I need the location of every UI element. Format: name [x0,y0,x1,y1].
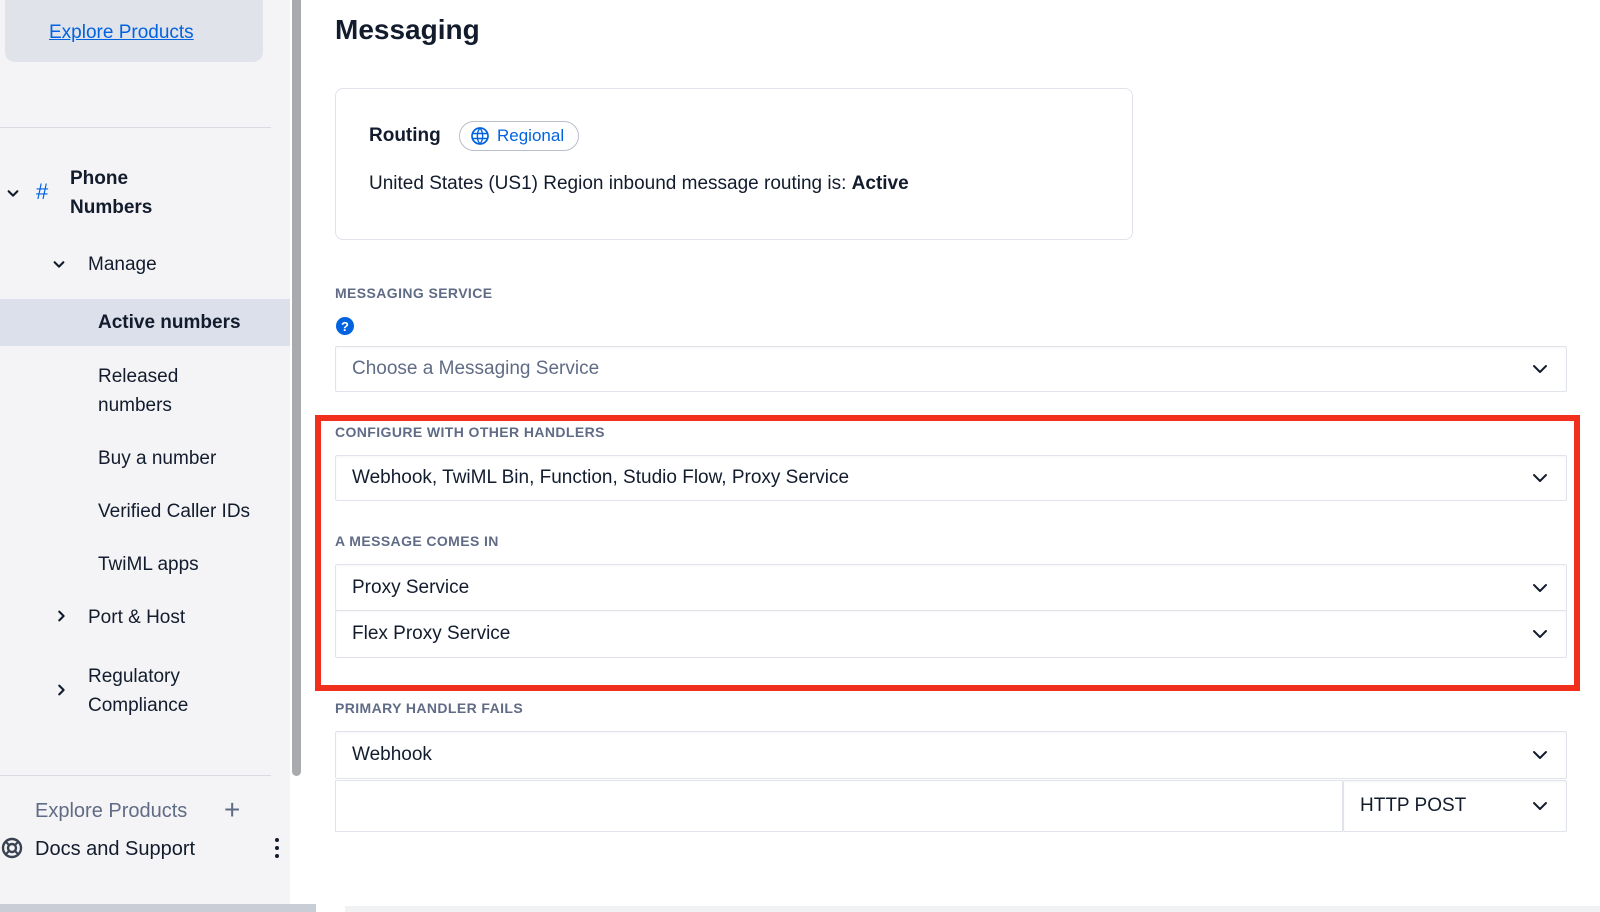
chevron-down-icon[interactable] [6,186,20,200]
sidebar-item-twiml-apps[interactable]: TwiML apps [98,550,199,579]
phone-numbers-icon: # [36,179,48,205]
configure-handlers-label: CONFIGURE WITH OTHER HANDLERS [335,424,605,440]
sidebar-item-label: Active numbers [98,308,241,337]
flex-proxy-service-select[interactable]: Flex Proxy Service [335,610,1567,658]
routing-status-prefix: United States (US1) Region inbound messa… [369,173,852,194]
chevron-down-icon [1530,578,1550,598]
sidebar-item-port-host[interactable]: Port & Host [88,603,185,632]
chevron-down-icon [1530,359,1550,379]
chevron-down-icon [1530,624,1550,644]
sidebar-divider-top [0,127,271,128]
sidebar-item-buy-a-number[interactable]: Buy a number [98,444,216,473]
messaging-service-placeholder: Choose a Messaging Service [352,358,599,380]
http-method-select[interactable]: HTTP POST [1343,780,1567,832]
configure-handlers-value: Webhook, TwiML Bin, Function, Studio Flo… [352,467,849,489]
chevron-down-icon [1530,745,1550,765]
regional-badge: Regional [459,121,579,151]
http-method-value: HTTP POST [1360,795,1466,817]
regional-badge-label: Regional [497,126,564,146]
globe-icon [470,126,490,146]
footer-explore-products[interactable]: Explore Products [35,800,187,823]
sidebar-divider-bottom [0,775,271,776]
explore-products-box: Explore Products [5,0,263,62]
chevron-right-icon[interactable] [54,609,68,623]
flex-proxy-service-value: Flex Proxy Service [352,623,510,645]
sidebar-item-regulatory-compliance[interactable]: Regulatory Compliance [88,662,223,720]
window-bottom-edge-sidebar [0,904,316,912]
chevron-down-icon[interactable] [52,257,66,271]
routing-status-text: United States (US1) Region inbound messa… [369,173,909,195]
kebab-menu-icon[interactable] [275,838,279,858]
chevron-right-icon[interactable] [54,683,68,697]
messaging-service-select[interactable]: Choose a Messaging Service [335,346,1567,392]
lifebuoy-icon [0,836,24,865]
message-comes-in-label: A MESSAGE COMES IN [335,533,499,549]
routing-card: Routing Regional United States (US1) Reg… [335,88,1133,240]
primary-handler-fails-label: PRIMARY HANDLER FAILS [335,700,523,716]
window-bottom-edge-main [345,906,1600,912]
chevron-down-icon [1530,796,1550,816]
sidebar-item-released-numbers[interactable]: Released numbers [98,362,223,420]
handler-fails-url-input[interactable] [335,780,1343,832]
plus-icon[interactable]: + [224,800,240,820]
sidebar-item-verified-caller-ids[interactable]: Verified Caller IDs [98,497,250,526]
primary-handler-fails-value: Webhook [352,744,432,766]
explore-products-link[interactable]: Explore Products [49,22,194,44]
routing-card-title: Routing [369,125,441,147]
sidebar: Explore Products # Phone Numbers Manage … [0,0,290,912]
configure-handlers-select[interactable]: Webhook, TwiML Bin, Function, Studio Flo… [335,455,1567,501]
message-comes-in-select[interactable]: Proxy Service [335,564,1567,611]
chevron-down-icon [1530,468,1550,488]
primary-handler-fails-select[interactable]: Webhook [335,731,1567,779]
sidebar-item-manage[interactable]: Manage [88,250,157,279]
help-icon[interactable]: ? [336,317,354,335]
routing-status-value: Active [852,173,909,194]
sidebar-scrollbar[interactable] [292,0,301,776]
messaging-service-label: MESSAGING SERVICE [335,285,492,301]
footer-docs-and-support[interactable]: Docs and Support [35,835,195,864]
message-comes-in-value: Proxy Service [352,577,469,599]
page-title: Messaging [335,14,480,46]
sidebar-item-active-numbers[interactable]: Active numbers [0,299,290,346]
sidebar-item-phone-numbers[interactable]: Phone Numbers [70,164,190,222]
